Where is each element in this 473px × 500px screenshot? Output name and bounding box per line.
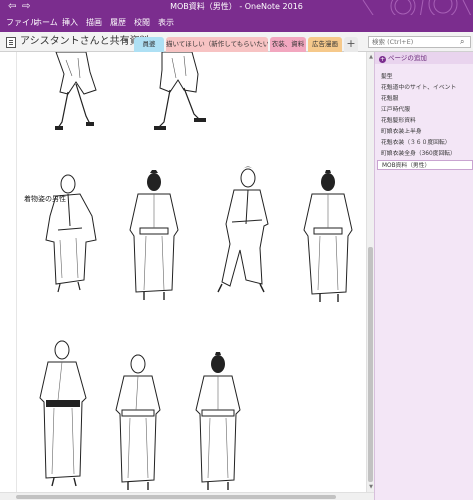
tab-home[interactable]: ホーム	[34, 18, 58, 28]
page-list-item[interactable]: 花魁道中のサイト、イベント	[375, 83, 473, 93]
add-page-button[interactable]: + ページの追加	[375, 52, 473, 64]
horizontal-scrollbar[interactable]	[0, 492, 374, 500]
notebook-icon[interactable]	[6, 37, 16, 48]
kimono-man-illustration	[115, 354, 161, 490]
page-list-item[interactable]: 町娘衣装全身（360度回転）	[375, 149, 473, 159]
add-page-label: ページの追加	[388, 54, 427, 62]
tab-view[interactable]: 表示	[158, 18, 174, 28]
page-list-item[interactable]: 花魁髪形資料	[375, 116, 473, 126]
kimono-man-illustration	[154, 52, 206, 130]
page-list-item[interactable]: 町娘衣装上半身	[375, 127, 473, 137]
search-icon[interactable]: ⌕	[460, 38, 464, 46]
tab-draw[interactable]: 描画	[86, 18, 102, 28]
kimono-man-illustration	[39, 340, 87, 487]
add-section-button[interactable]: +	[344, 37, 358, 52]
search-input[interactable]	[368, 36, 471, 48]
tab-history[interactable]: 履歴	[110, 18, 126, 28]
kimono-man-illustration	[129, 170, 179, 300]
vertical-scrollbar[interactable]: ▲ ▼	[366, 52, 374, 493]
kimono-man-illustration	[55, 52, 97, 130]
window-title: MOB資料（男性） - OneNote 2016	[170, 2, 303, 11]
section-tab[interactable]: 広告漫画	[308, 37, 342, 52]
tab-insert[interactable]: 挿入	[62, 18, 78, 28]
page-list-item[interactable]: 花魁服	[375, 94, 473, 104]
page-list-item-selected[interactable]: MOB資料（男性）	[377, 160, 473, 170]
kimono-man-illustration	[217, 166, 269, 293]
section-tab[interactable]: 員婆	[134, 37, 164, 52]
chevron-down-icon[interactable]: ▾	[124, 36, 128, 45]
section-tab[interactable]: 衣装、資料	[270, 37, 306, 52]
notebook-name[interactable]: アシスタントさんと共有資料	[20, 36, 150, 48]
kimono-man-illustration	[303, 170, 353, 302]
scrollbar-thumb[interactable]	[16, 495, 336, 499]
kimono-man-illustration	[195, 352, 241, 490]
title-bar: ⇦ ⇨ MOB資料（男性） - OneNote 2016	[0, 0, 473, 31]
ribbon-tabs: ファイル ホーム 挿入 描画 履歴 校閲 表示	[0, 15, 473, 32]
tab-review[interactable]: 校閲	[134, 18, 150, 28]
page-canvas[interactable]: 着物姿の男性	[0, 52, 366, 493]
page-list-item[interactable]: 髪型	[375, 72, 473, 82]
page-list-item[interactable]: 江戸時代服	[375, 105, 473, 115]
page-heading[interactable]: 着物姿の男性	[24, 195, 66, 204]
page-list: + ページの追加 髪型 花魁道中のサイト、イベント 花魁服 江戸時代服 花魁髪形資…	[374, 52, 473, 500]
section-tab[interactable]: 描いてほしい（新作してもらいたいもの）	[166, 37, 268, 52]
scrollbar-thumb[interactable]	[368, 247, 373, 482]
plus-circle-icon: +	[379, 56, 386, 63]
page-list-item[interactable]: 花魁衣装（３６０度回転）	[375, 138, 473, 148]
kimono-man-illustration	[45, 174, 97, 293]
